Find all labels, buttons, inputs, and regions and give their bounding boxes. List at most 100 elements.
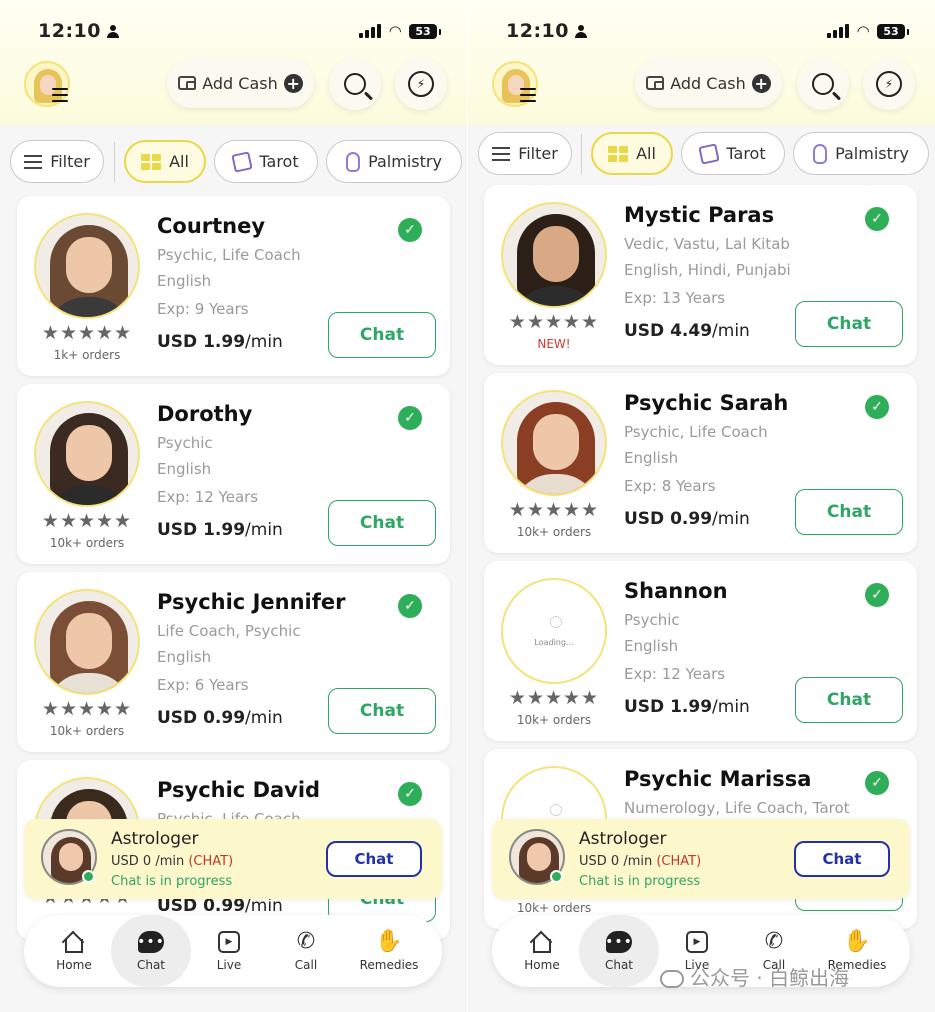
expert-name: Psychic Marissa — [624, 767, 812, 791]
expert-photo — [34, 213, 140, 319]
new-badge: NEW! — [537, 337, 571, 351]
filter-chip-label: All — [169, 152, 189, 171]
banner-title: Astrologer — [579, 829, 667, 849]
nav-label: Home — [524, 957, 560, 972]
search-icon — [344, 73, 366, 95]
nav-label: Live — [216, 957, 242, 972]
messenger-button[interactable]: ⚡ — [863, 58, 915, 110]
add-cash-button[interactable]: Add Cash + — [635, 58, 782, 108]
expert-experience: Exp: 6 Years — [157, 676, 249, 694]
add-cash-label: Add Cash — [202, 73, 278, 93]
expert-card[interactable]: ★★★★★ 10k+ orders Psychic Jennifer ✓ Lif… — [17, 572, 450, 752]
chat-button[interactable]: Chat — [795, 677, 903, 723]
menu-icon[interactable] — [52, 88, 68, 102]
tarot-card-icon — [698, 142, 721, 165]
nav-chat[interactable]: ••• Chat — [111, 915, 191, 987]
palm-icon — [346, 151, 361, 172]
banner-status: Chat is in progress — [111, 874, 233, 889]
resume-chat-button[interactable]: Chat — [326, 841, 422, 877]
wallet-icon — [178, 76, 197, 90]
banner-rate: USD 0 /min (CHAT) — [579, 854, 702, 869]
rating-stars: ★★★★★ — [508, 499, 600, 521]
nav-call[interactable]: ✆ Call — [266, 915, 346, 987]
expert-skills: Life Coach, Psychic — [157, 622, 301, 640]
nav-home[interactable]: Home — [34, 915, 114, 987]
filter-chip-all[interactable]: All — [124, 140, 206, 183]
expert-languages: English — [157, 648, 212, 666]
expert-experience: Exp: 12 Years — [157, 488, 259, 506]
expert-skills: Psychic — [157, 434, 213, 452]
resume-chat-button[interactable]: Chat — [794, 841, 890, 877]
nav-live[interactable]: ▶ Live — [189, 915, 269, 987]
expert-photo — [34, 401, 140, 507]
chat-button[interactable]: Chat — [795, 301, 903, 347]
rating-stars: ★★★★★ — [41, 698, 133, 720]
expert-card[interactable]: ★★★★★ 10k+ orders Dorothy ✓ Psychic Engl… — [17, 384, 450, 564]
wifi-icon: ◠ — [857, 22, 869, 40]
divider — [114, 142, 115, 182]
expert-card[interactable]: ★★★★★ 1k+ orders Courtney ✓ Psychic, Lif… — [17, 196, 450, 376]
search-button[interactable] — [797, 58, 849, 110]
nav-remedies[interactable]: ✋ Remedies — [349, 915, 429, 987]
expert-photo — [501, 202, 607, 308]
person-icon — [574, 25, 587, 38]
expert-photo — [501, 390, 607, 496]
messenger-button[interactable]: ⚡ — [395, 58, 447, 110]
filter-chip-palmistry[interactable]: Palmistry — [793, 132, 929, 175]
search-button[interactable] — [329, 58, 381, 110]
nav-label: Chat — [136, 957, 166, 972]
chat-button[interactable]: Chat — [328, 500, 436, 546]
menu-icon[interactable] — [520, 88, 536, 102]
chat-button[interactable]: Chat — [795, 489, 903, 535]
nav-chat[interactable]: ••• Chat — [579, 915, 659, 987]
wechat-icon — [660, 970, 684, 988]
filter-chip-tarot[interactable]: Tarot — [214, 140, 318, 183]
orders-count: 10k+ orders — [516, 901, 592, 915]
expert-price: USD 1.99/min — [157, 332, 283, 352]
filter-bar: Filter All Tarot Palmistry — [0, 140, 467, 190]
expert-price: USD 1.99/min — [157, 520, 283, 540]
expert-card[interactable]: Loading... ★★★★★ 10k+ orders Shannon ✓ P… — [484, 561, 917, 741]
add-cash-button[interactable]: Add Cash + — [167, 58, 314, 108]
plus-icon: + — [283, 73, 303, 93]
loading-spinner-icon — [550, 804, 562, 816]
status-bar: 12:10 ◠ 53 — [38, 18, 441, 44]
filter-label: Filter — [518, 144, 558, 163]
filter-bar: Filter All Tarot Palmistry — [468, 132, 935, 182]
battery-icon: 53 — [409, 23, 441, 39]
filter-button[interactable]: Filter — [478, 132, 572, 175]
chat-button[interactable]: Chat — [328, 688, 436, 734]
top-header: 12:10 ◠ 53 Add Cash + ⚡ — [468, 0, 935, 125]
expert-photo — [34, 589, 140, 695]
expert-card[interactable]: ★★★★★ 10k+ orders Psychic Sarah ✓ Psychi… — [484, 373, 917, 553]
filter-chip-all[interactable]: All — [591, 132, 673, 175]
filter-label: Filter — [50, 152, 90, 171]
chat-button[interactable]: Chat — [328, 312, 436, 358]
battery-icon: 53 — [877, 23, 909, 39]
status-bar: 12:10 ◠ 53 — [506, 18, 909, 44]
remedies-icon: ✋ — [843, 928, 871, 954]
divider — [581, 134, 582, 174]
palm-icon — [813, 143, 828, 164]
nav-home[interactable]: Home — [502, 915, 582, 987]
filter-button[interactable]: Filter — [10, 140, 104, 183]
chat-in-progress-banner[interactable]: Astrologer USD 0 /min (CHAT) Chat is in … — [24, 819, 442, 899]
expert-card[interactable]: ★★★★★ NEW! Mystic Paras ✓ Vedic, Vastu, … — [484, 185, 917, 365]
expert-languages: English — [624, 449, 679, 467]
watermark: 公众号 · 白鲸出海 — [660, 962, 849, 991]
verified-icon: ✓ — [398, 406, 422, 430]
expert-skills: Psychic, Life Coach — [624, 423, 768, 441]
live-icon: ▶ — [686, 930, 708, 953]
expert-experience: Exp: 13 Years — [624, 289, 726, 307]
online-status-icon — [82, 870, 95, 883]
verified-icon: ✓ — [398, 218, 422, 242]
orders-count: 1k+ orders — [53, 348, 121, 362]
nav-label: Home — [56, 957, 92, 972]
expert-skills: Psychic — [624, 611, 680, 629]
chat-in-progress-banner[interactable]: Astrologer USD 0 /min (CHAT) Chat is in … — [492, 819, 910, 899]
filter-chip-palmistry[interactable]: Palmistry — [326, 140, 462, 183]
expert-languages: English — [157, 460, 212, 478]
expert-price: USD 4.49/min — [624, 321, 750, 341]
filter-chip-tarot[interactable]: Tarot — [681, 132, 785, 175]
wifi-icon: ◠ — [389, 22, 401, 40]
